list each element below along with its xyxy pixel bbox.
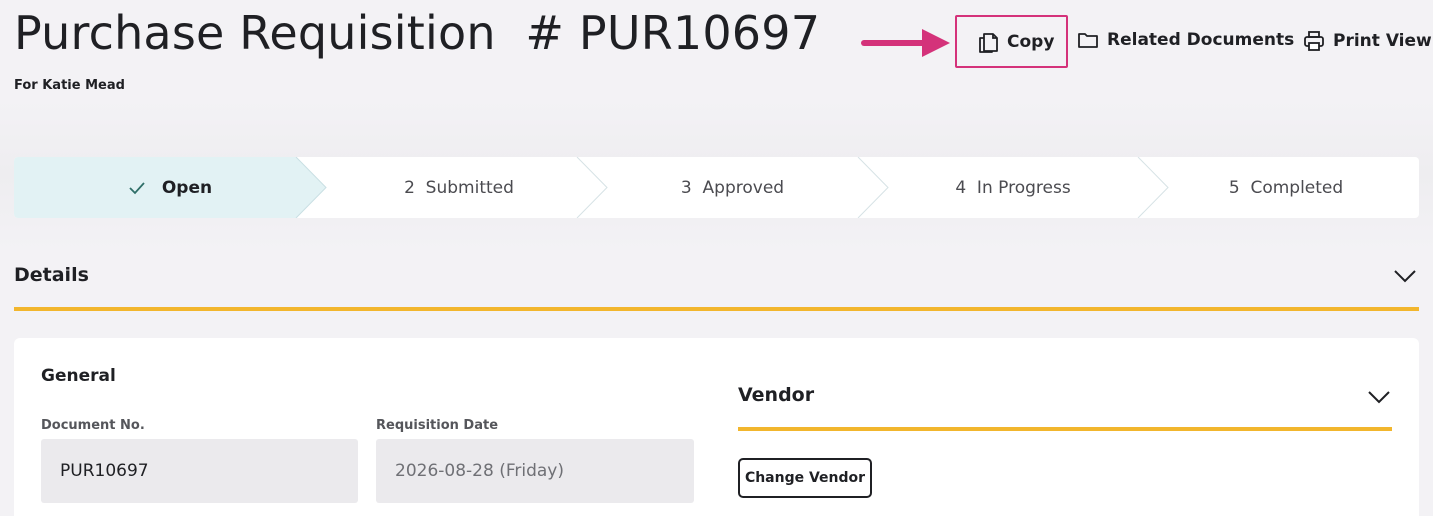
copy-button[interactable]: Copy: [977, 30, 1054, 54]
step-label: 4 In Progress: [955, 177, 1071, 198]
related-documents-button[interactable]: Related Documents: [1077, 30, 1294, 50]
copy-label: Copy: [1007, 32, 1055, 52]
printer-icon: [1304, 31, 1324, 51]
step-in-progress[interactable]: 4 In Progress: [873, 157, 1153, 218]
page-title: Purchase Requisition # PUR10697: [14, 6, 821, 60]
step-open[interactable]: Open: [14, 157, 326, 218]
step-label: Open: [161, 177, 213, 198]
requisition-date-value: 2026-08-28 (Friday): [395, 461, 564, 481]
vendor-section-title: Vendor: [738, 384, 815, 406]
requisition-date-field[interactable]: 2026-08-28 (Friday): [376, 439, 694, 503]
annotation-arrow-icon: [861, 29, 950, 57]
details-section-title: Details: [14, 264, 89, 286]
vendor-chevron-down-icon[interactable]: [1367, 389, 1391, 405]
related-documents-label: Related Documents: [1107, 30, 1295, 50]
change-vendor-button[interactable]: Change Vendor: [738, 458, 872, 498]
document-no-label: Document No.: [41, 418, 145, 433]
print-view-button[interactable]: Print View: [1303, 30, 1432, 52]
document-no-field[interactable]: PUR10697: [41, 439, 358, 503]
document-no-value: PUR10697: [60, 461, 149, 481]
copy-icon: [979, 33, 998, 53]
print-view-label: Print View: [1333, 31, 1432, 51]
details-chevron-down-icon[interactable]: [1393, 268, 1417, 284]
step-completed[interactable]: 5 Completed: [1153, 157, 1419, 218]
status-stepper: Open 2 Submitted 3 Approved 4 In Progres…: [14, 157, 1419, 218]
step-approved[interactable]: 3 Approved: [592, 157, 873, 218]
step-submitted[interactable]: 2 Submitted: [326, 157, 592, 218]
folder-icon: [1078, 33, 1098, 48]
page-subtitle: For Katie Mead: [14, 78, 125, 93]
general-title: General: [41, 366, 116, 386]
requisition-date-label: Requisition Date: [376, 418, 499, 433]
step-label: 5 Completed: [1228, 177, 1344, 198]
vendor-divider: [738, 427, 1392, 431]
details-divider: [14, 307, 1419, 311]
checkmark-icon: [129, 181, 145, 194]
step-label: 2 Submitted: [404, 177, 514, 198]
step-label: 3 Approved: [680, 177, 785, 198]
